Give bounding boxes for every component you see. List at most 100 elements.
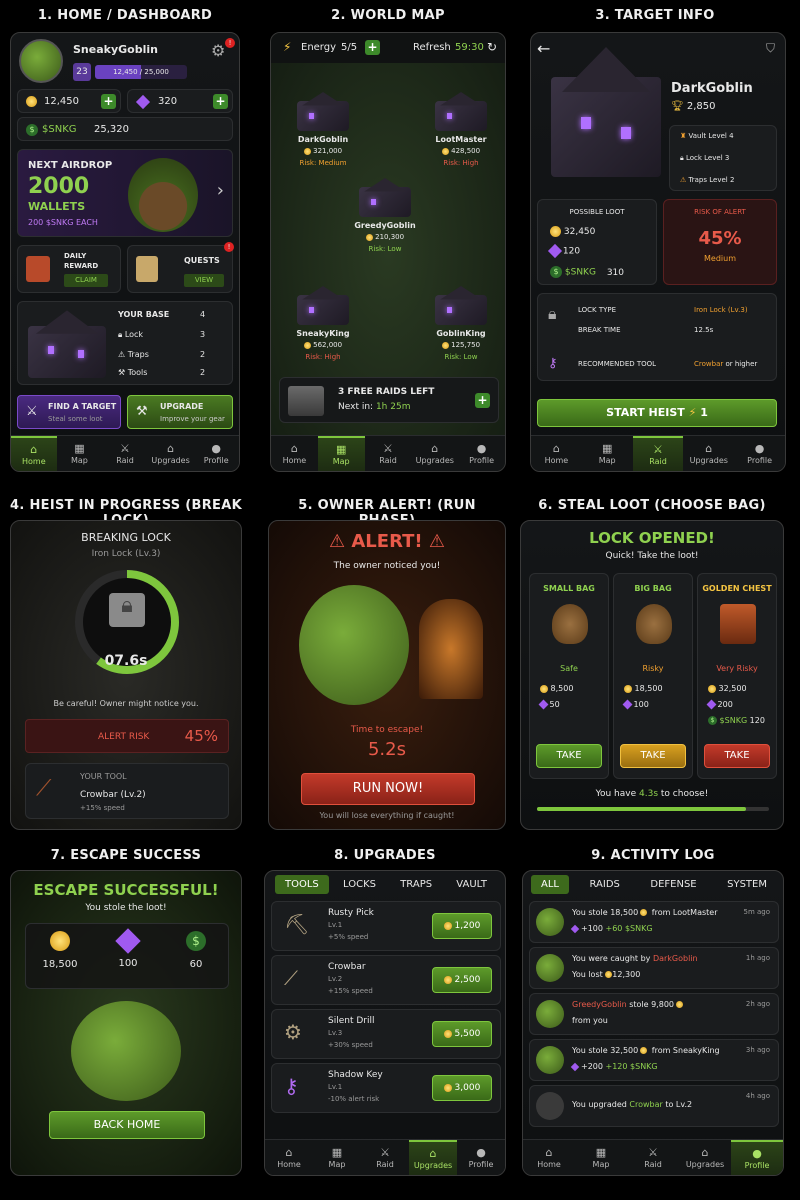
nav-home[interactable]: ⌂ Home [531,436,582,471]
lightning-icon: ⚡ [283,40,292,54]
nav-home[interactable]: ⌂ Home [523,1140,575,1175]
view-quests-button[interactable]: VIEW [184,274,224,287]
home-screen: SneakyGoblin ⚙ ! 23 12,450 / 25,000 12,4… [10,32,240,472]
nav-map[interactable]: ▦ Map [582,436,633,471]
back-arrow-icon[interactable]: ← [537,39,550,58]
nav-upgrades[interactable]: ⌂ Upgrades [411,436,458,471]
gold-counter: 12,450 + [17,89,121,113]
upgrade-tab[interactable]: VAULT [446,875,497,894]
airdrop-banner[interactable]: NEXT AIRDROP 2000 WALLETS 200 $SNKG EACH… [17,149,233,237]
tool-bonus: +15% speed [80,804,125,812]
add-raids-button[interactable]: + [475,393,490,408]
bag-risk: Very Risky [716,664,758,673]
nav-upgrades[interactable]: ⌂ Upgrades [409,1140,457,1175]
nav-raid[interactable]: ⚔ Raid [365,436,412,471]
refresh-icon[interactable]: ↻ [487,40,497,54]
nav-profile[interactable]: ● Profile [457,1140,505,1175]
goblin-avatar [536,1046,564,1074]
take-button[interactable]: TAKE [704,744,770,768]
break-time-value: 12.5s [694,326,714,334]
nav-profile[interactable]: ● Profile [734,436,785,471]
log-tab[interactable]: DEFENSE [640,875,706,894]
nav-map[interactable]: ▦ Map [57,436,103,471]
map-target[interactable]: SneakyKing 562,000 Risk: High [283,291,363,367]
claim-button[interactable]: CLAIM [64,274,108,287]
your-base-card[interactable]: YOUR BASE 4 🔒︎ Lock 3 ⚠ Traps 2 ⚒ Tools … [17,301,233,385]
nav-raid[interactable]: ⚔ Raid [627,1140,679,1175]
nav-home[interactable]: ⌂ Home [11,436,57,471]
map-target[interactable]: LootMaster 428,500 Risk: High [421,97,501,173]
target-gold: 562,000 [283,341,363,349]
map-target[interactable]: GoblinKing 125,750 Risk: Low [421,291,501,367]
log-tab[interactable]: RAIDS [579,875,629,894]
nav-raid[interactable]: ⚔ Raid [361,1140,409,1175]
take-button[interactable]: TAKE [536,744,602,768]
xp-bar: 12,450 / 25,000 [95,65,187,79]
summary-gems: 100 [94,927,162,969]
buy-upgrade-button[interactable]: 5,500 [432,1021,492,1047]
take-button[interactable]: TAKE [620,744,686,768]
bag-risk: Risky [642,664,664,673]
target-risk: Risk: Low [444,353,478,361]
nav-upgrades[interactable]: ⌂ Upgrades [683,436,734,471]
escape-timer: 5.2s [367,739,406,760]
info-shield-icon[interactable]: ⛉ [766,41,775,56]
nav-raid[interactable]: ⚔ Raid [632,436,684,471]
nav-profile[interactable]: ● Profile [458,436,505,471]
nav-home[interactable]: ⌂ Home [265,1140,313,1175]
start-heist-button[interactable]: START HEIST ⚡ 1 [537,399,777,427]
nav-profile[interactable]: ● Profile [193,436,239,471]
buy-upgrade-button[interactable]: 1,200 [432,913,492,939]
nav-map[interactable]: ▦ Map [317,436,365,471]
base-title: YOUR BASE [118,310,170,319]
upgrade-tab[interactable]: TRAPS [390,875,442,894]
airdrop-each: 200 $SNKG EACH [28,218,98,227]
loot-snkg: $ $SNKG 310 [550,266,624,278]
map-target[interactable]: DarkGoblin 321,000 Risk: Medium [283,97,363,173]
map-top-bar: ⚡ Energy 5/5 + Refresh 59:30 ↻ [271,33,505,63]
find-target-button[interactable]: ⚔ FIND A TARGET Steal some loot [17,395,121,429]
break-time-label: BREAK TIME [578,326,621,334]
buy-upgrade-button[interactable]: 2,500 [432,967,492,993]
log-entry: You were caught by DarkGoblin You lost 12… [529,947,779,989]
nav-home[interactable]: ⌂ Home [271,436,318,471]
gear-icon[interactable]: ⚙ [211,41,225,60]
profile-icon: ● [476,441,487,455]
map-target[interactable]: GreedyGoblin 210,300 Risk: Low [345,183,425,259]
bag-gold: 8,500 [540,684,573,693]
buy-upgrade-button[interactable]: 3,000 [432,1075,492,1101]
daily-reward-card[interactable]: DAILY REWARD CLAIM [17,245,121,293]
add-energy-button[interactable]: + [365,40,380,55]
log-tab[interactable]: SYSTEM [717,875,777,894]
alert-subtitle: The owner noticed you! [333,561,441,571]
upgrade-tab[interactable]: LOCKS [333,875,386,894]
nav-map[interactable]: ▦ Map [313,1140,361,1175]
add-gems-button[interactable]: + [213,94,228,109]
nav-profile[interactable]: ● Profile [731,1140,783,1175]
nav-upgrades[interactable]: ⌂ Upgrades [148,436,194,471]
profile-icon: ● [476,1145,486,1159]
log-tab[interactable]: ALL [531,875,569,894]
target-house-icon [435,101,487,131]
target-gold: 428,500 [421,147,501,155]
world-map-screen: ⚡ Energy 5/5 + Refresh 59:30 ↻ DarkGobli… [270,32,506,472]
upgrade-tab[interactable]: TOOLS [275,875,329,894]
upgrade-level: Lv.3 [328,1029,343,1037]
alert-title: ⚠ ALERT! ⚠ [328,531,446,552]
run-now-button[interactable]: RUN NOW! [301,773,475,805]
chest-icon [288,386,324,416]
summary-snkg: $60 [162,930,230,970]
add-gold-button[interactable]: + [101,94,116,109]
bottom-nav: ⌂ Home ▦ Map ⚔ Raid ⌂ Upgrades ● Profile [265,1139,505,1175]
back-home-button[interactable]: BACK HOME [49,1111,205,1139]
nav-map[interactable]: ▦ Map [575,1140,627,1175]
free-raids-card[interactable]: 3 FREE RAIDS LEFT Next in: 1h 25m + [279,377,499,423]
quests-card[interactable]: QUESTS VIEW ! [127,242,234,293]
snkg-counter: $ $SNKG 25,320 [17,117,233,141]
nav-raid[interactable]: ⚔ Raid [102,436,148,471]
nav-upgrades[interactable]: ⌂ Upgrades [679,1140,731,1175]
target-name: DarkGoblin [297,135,349,144]
avatar[interactable] [19,39,63,83]
chevron-right-icon[interactable]: › [217,180,224,201]
upgrade-button[interactable]: ⚒ UPGRADE Improve your gear [127,395,233,429]
